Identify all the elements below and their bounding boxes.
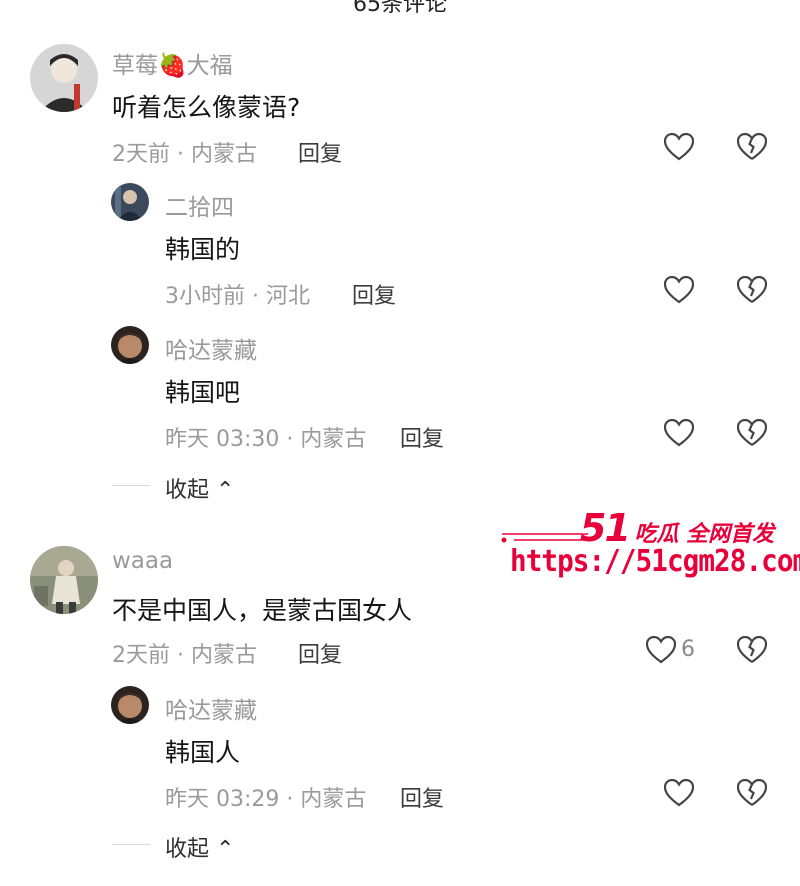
comment-meta: 3小时前 · 河北: [165, 284, 310, 309]
comment-text: 韩国人: [165, 738, 241, 767]
dislike-broken-heart-icon[interactable]: [737, 779, 767, 807]
reply-button[interactable]: 回复: [298, 136, 342, 168]
comment-meta: 昨天 03:30 · 内蒙古: [165, 427, 367, 452]
avatar[interactable]: [30, 44, 98, 112]
like-heart-icon[interactable]: [664, 779, 694, 807]
comment-meta: 昨天 03:29 · 内蒙古: [165, 787, 367, 812]
avatar[interactable]: [111, 326, 149, 364]
comment-meta: 2天前 · 内蒙古: [112, 142, 257, 167]
like-heart-icon[interactable]: [664, 133, 694, 161]
reply-button[interactable]: 回复: [400, 781, 444, 813]
comment-text: 不是中国人，是蒙古国女人: [112, 596, 413, 625]
dislike-broken-heart-icon[interactable]: [737, 276, 767, 304]
avatar[interactable]: [30, 546, 98, 614]
divider: [112, 485, 150, 486]
avatar[interactable]: [111, 686, 149, 724]
like-heart-icon[interactable]: [664, 276, 694, 304]
comment-meta: 2天前 · 内蒙古: [112, 643, 257, 668]
watermark-decor-lines: [501, 533, 588, 543]
dislike-broken-heart-icon[interactable]: [737, 636, 767, 664]
divider: [112, 844, 150, 845]
like-heart-icon[interactable]: [646, 636, 676, 664]
like-count: 6: [681, 637, 695, 662]
collapse-replies-button[interactable]: 收起 ⌃: [165, 472, 234, 504]
comment-text: 韩国吧: [165, 378, 241, 407]
dislike-broken-heart-icon[interactable]: [737, 133, 767, 161]
comment-text: 韩国的: [165, 235, 241, 264]
reply-button[interactable]: 回复: [400, 421, 444, 453]
username[interactable]: 哈达蒙藏: [165, 691, 257, 725]
username[interactable]: 哈达蒙藏: [165, 331, 257, 365]
like-heart-icon[interactable]: [664, 419, 694, 447]
username[interactable]: 草莓🍓大福: [112, 46, 233, 80]
reply-button[interactable]: 回复: [298, 637, 342, 669]
username[interactable]: waaa: [112, 548, 173, 574]
watermark-url: https://51cgm28.com: [510, 544, 800, 579]
reply-button[interactable]: 回复: [352, 278, 396, 310]
avatar[interactable]: [111, 183, 149, 221]
collapse-replies-button[interactable]: 收起 ⌃: [165, 831, 234, 863]
comment-text: 听着怎么像蒙语?: [112, 93, 301, 122]
username[interactable]: 二拾四: [165, 188, 234, 222]
comments-count-title: 65条评论: [353, 0, 447, 17]
dislike-broken-heart-icon[interactable]: [737, 419, 767, 447]
